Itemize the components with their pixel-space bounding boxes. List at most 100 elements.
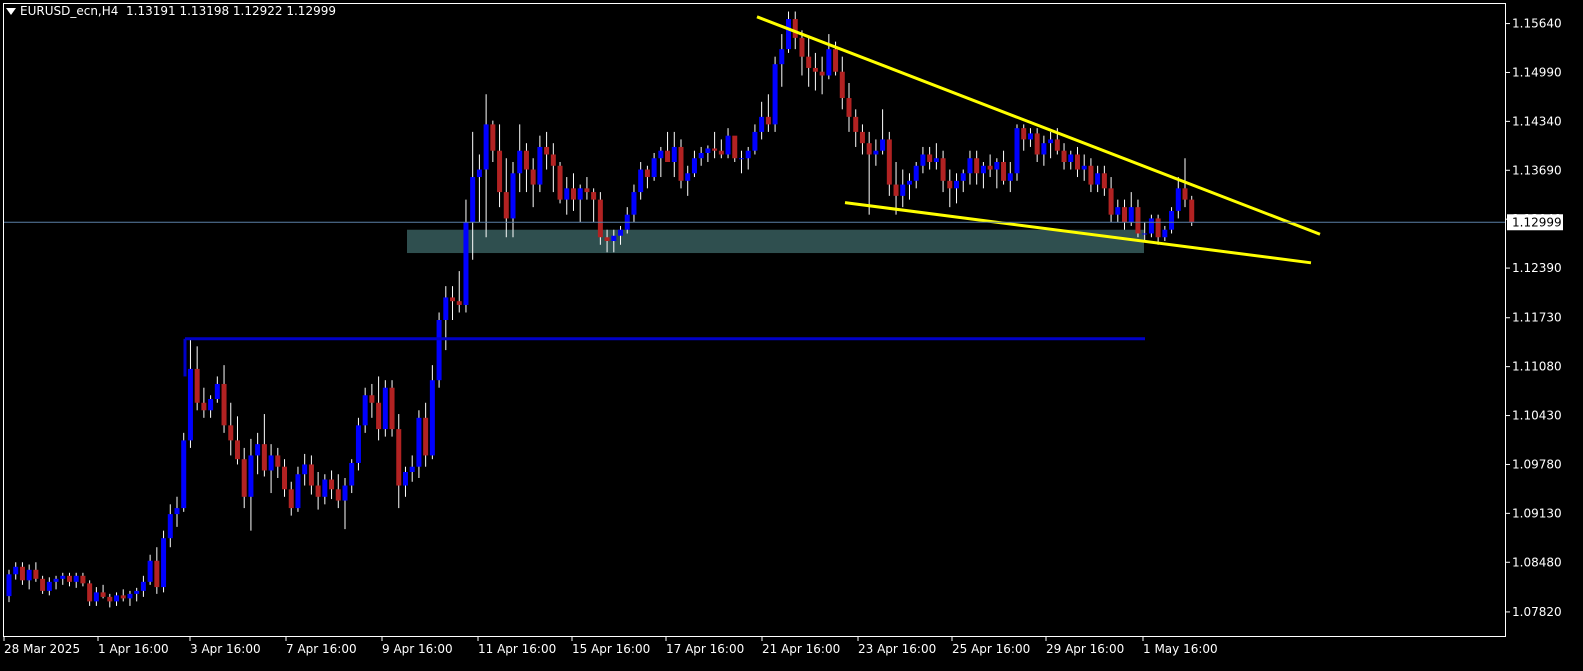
candle-body <box>1061 150 1067 162</box>
candle-body <box>853 116 859 132</box>
candle-body <box>604 237 610 241</box>
candle-body <box>161 538 167 588</box>
y-tick-label: 1.09130 <box>1512 506 1562 520</box>
price-chart[interactable]: 1.156401.149901.143401.136901.130401.123… <box>0 0 1583 671</box>
candle-body <box>570 188 576 200</box>
support-zone <box>407 229 1144 254</box>
candle-body <box>987 165 993 170</box>
plot-frame <box>3 3 1506 637</box>
candle-body <box>80 575 86 584</box>
candle-body <box>369 395 375 403</box>
candle-body <box>476 169 482 178</box>
candle-body <box>1007 173 1013 181</box>
candle-body <box>19 566 25 581</box>
candle-body <box>638 169 644 193</box>
candle-body <box>886 139 892 185</box>
candle-body <box>13 566 19 575</box>
y-tick-label: 1.14990 <box>1512 65 1562 79</box>
candle-body <box>1128 207 1134 223</box>
candle-body <box>1088 165 1094 185</box>
candle-body <box>537 146 543 185</box>
candle-body <box>241 459 247 497</box>
candle-body <box>1189 199 1195 223</box>
candle-body <box>611 235 617 241</box>
candle-body <box>194 368 200 403</box>
candle-body <box>859 131 865 144</box>
candle-body <box>577 188 583 200</box>
candle-body <box>1095 173 1101 185</box>
candle-body <box>745 150 751 159</box>
candle-body <box>772 64 778 125</box>
candle-body <box>46 581 52 591</box>
candle-body <box>685 173 691 181</box>
candle-body <box>940 158 946 181</box>
candle-body <box>873 150 879 155</box>
candle-body <box>933 158 939 162</box>
candle-body <box>530 169 536 185</box>
candle-body <box>362 395 368 426</box>
candle-body <box>1074 154 1080 170</box>
candle-body <box>450 297 456 302</box>
candle-body <box>456 301 462 305</box>
candle-body <box>839 71 845 99</box>
candle-body <box>443 297 449 320</box>
x-tick-label: 1 May 16:00 <box>1143 642 1218 656</box>
candle-body <box>779 49 785 65</box>
candle-body <box>1122 207 1128 223</box>
candle-body <box>288 489 294 509</box>
candle-body <box>651 158 657 178</box>
candle-body <box>1115 207 1121 215</box>
candle-body <box>355 425 361 463</box>
candle-body <box>960 173 966 181</box>
candle-body <box>691 158 697 174</box>
candle-body <box>248 455 254 497</box>
upper-trendline <box>756 15 1321 236</box>
candle-body <box>66 575 72 582</box>
candle-body <box>718 150 724 155</box>
candle-body <box>382 387 388 430</box>
candle-body <box>120 595 126 599</box>
candle-body <box>329 479 335 490</box>
candle-body <box>819 71 825 76</box>
candle-body <box>1054 139 1060 151</box>
candle-body <box>463 222 469 305</box>
candle-body <box>597 199 603 238</box>
candle-body <box>134 590 140 594</box>
x-tick-label: 7 Apr 16:00 <box>286 642 357 656</box>
candle-body <box>423 417 429 456</box>
candle-body <box>947 180 953 189</box>
x-tick-label: 11 Apr 16:00 <box>478 642 556 656</box>
x-tick-label: 28 Mar 2025 <box>4 642 80 656</box>
candle-body <box>738 158 744 160</box>
candle-body <box>1027 133 1033 140</box>
candle-body <box>268 455 274 471</box>
candle-body <box>1162 229 1168 238</box>
candle-body <box>114 595 120 602</box>
candle-body <box>665 150 671 162</box>
candle-body <box>100 592 106 597</box>
candle-body <box>1175 188 1181 211</box>
candle-body <box>866 143 872 155</box>
candle-body <box>994 162 1000 170</box>
candle-body <box>1021 128 1027 140</box>
candles-layer <box>6 11 1195 608</box>
candle-body <box>1081 165 1087 170</box>
candle-body <box>900 184 906 196</box>
x-tick-label: 17 Apr 16:00 <box>666 642 744 656</box>
candle-body <box>1155 218 1161 238</box>
candle-body <box>1048 139 1054 144</box>
x-tick-label: 1 Apr 16:00 <box>98 642 169 656</box>
x-tick-label: 23 Apr 16:00 <box>858 642 936 656</box>
candle-body <box>1169 210 1175 230</box>
candle-body <box>174 508 180 515</box>
price-axis: 1.156401.149901.143401.136901.130401.123… <box>1505 17 1562 619</box>
candle-body <box>712 148 718 151</box>
candle-body <box>315 485 321 497</box>
candle-body <box>342 485 348 501</box>
candle-body <box>1001 162 1007 181</box>
candle-body <box>1041 143 1047 155</box>
candle-body <box>302 464 308 475</box>
candle-body <box>550 154 556 166</box>
trendline-layer <box>4 15 1505 377</box>
candle-body <box>544 146 550 155</box>
